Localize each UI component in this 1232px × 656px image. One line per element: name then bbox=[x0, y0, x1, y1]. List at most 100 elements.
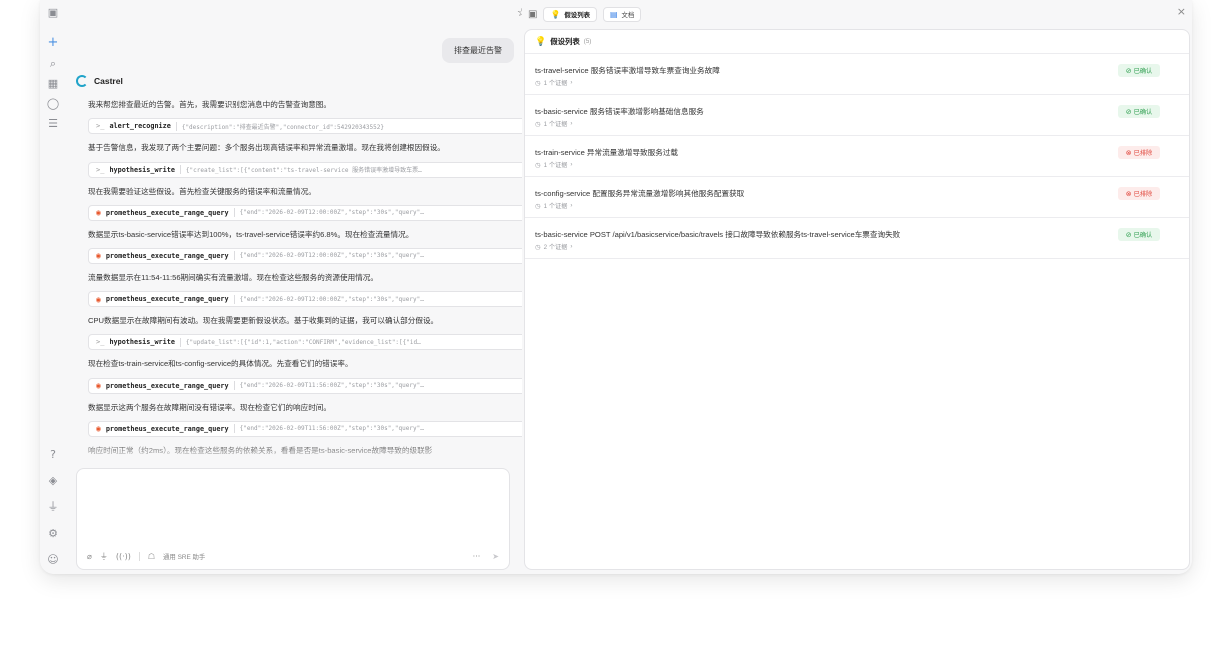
tab-label: 假设列表 bbox=[564, 11, 590, 19]
send-icon[interactable]: ➤ bbox=[492, 552, 499, 561]
tool-args: {"end":"2026-02-09T12:00:00Z","step":"30… bbox=[239, 252, 424, 260]
more-button[interactable]: ··· bbox=[473, 552, 481, 561]
evidence-count: 1 个证据 bbox=[543, 80, 568, 87]
castrel-logo-icon bbox=[76, 75, 88, 87]
list-icon[interactable]: ☰ bbox=[44, 117, 62, 131]
tool-call[interactable]: ◉ prometheus_execute_range_query {"end":"2… bbox=[88, 420, 538, 437]
hypothesis-row[interactable]: ts-travel-service 服务错误率激增导致车票查询业务故障 ◷ 1 个证… bbox=[525, 54, 1189, 95]
chevron-right-icon: › bbox=[570, 161, 573, 168]
hypothesis-row[interactable]: ts-config-service 配置服务异常流量激增影响其他服务配置获取 ◷ 1… bbox=[525, 177, 1189, 218]
new-chat-icon[interactable]: + bbox=[44, 36, 62, 50]
hypothesis-row[interactable]: ts-train-service 异常流量激增导致服务过载 ◷ 1 个证据 › ⊗ 已排除 bbox=[525, 136, 1189, 177]
bot-header: Castrel bbox=[76, 75, 123, 87]
tool-call[interactable]: ◉ prometheus_execute_range_query {"end":"2… bbox=[88, 377, 538, 394]
tool-call[interactable]: >_ alert_recognize {"description":"排查最近告警"… bbox=[88, 118, 538, 135]
tool-call-row: ◉ prometheus_execute_range_query {"end":"2… bbox=[88, 375, 546, 397]
divider bbox=[175, 121, 177, 131]
terminal-icon: >_ bbox=[96, 165, 105, 174]
tool-call[interactable]: ◉ prometheus_execute_range_query {"end":"2… bbox=[88, 291, 538, 308]
chat-toolbar: ☆ ⋖ bbox=[68, 0, 552, 26]
tool-call[interactable]: >_ hypothesis_write {"create_list":[{"cont… bbox=[88, 161, 538, 178]
chevron-right-icon: › bbox=[570, 202, 573, 209]
tool-name: prometheus_execute_range_query bbox=[105, 208, 229, 217]
apps-icon[interactable]: ▦ bbox=[44, 77, 62, 91]
assistant-text: 基于告警信息，我发现了两个主要问题：多个服务出现高错误率和异常流量激增。现在我将… bbox=[88, 137, 546, 159]
card-title: 假设列表 bbox=[550, 37, 580, 46]
chat-bubble-icon[interactable]: ◯ bbox=[44, 97, 62, 111]
left-rail: ▣ + ⌕ ▦ ◯ ☰ ? ◈ ⏚ ⚙ ☺ bbox=[40, 0, 66, 574]
panel-layout-icon[interactable]: ▣ bbox=[528, 9, 537, 20]
tool-args: {"end":"2026-02-09T12:00:00Z","step":"30… bbox=[239, 209, 424, 217]
composer-toolbar: ⌀ ⏚ ((·)) ☖ 通用 SRE 助手 ··· ➤ bbox=[77, 543, 509, 569]
hypothesis-title: ts-basic-service 服务错误率激增影响基础信息服务 bbox=[535, 107, 704, 116]
tab-documents[interactable]: ▤ 文档 bbox=[602, 6, 642, 22]
bot-name: Castrel bbox=[94, 76, 123, 86]
check-circle-icon: ⊘ bbox=[1125, 66, 1132, 75]
hypothesis-title: ts-travel-service 服务错误率激增导致车票查询业务故障 bbox=[535, 66, 720, 75]
assistant-text: 现在我需要验证这些假设。首先检查关键服务的错误率和流量情况。 bbox=[88, 180, 546, 202]
divider bbox=[179, 337, 181, 347]
broadcast-icon[interactable]: ((·)) bbox=[116, 552, 131, 561]
tab-hypothesis-list[interactable]: 💡 假设列表 bbox=[543, 6, 597, 22]
help-icon[interactable]: ? bbox=[44, 448, 62, 462]
assistant-text: 流量数据显示在11:54-11:56期间确实有流量激增。现在检查这些服务的资源使… bbox=[88, 267, 546, 289]
tool-name: hypothesis_write bbox=[109, 165, 175, 174]
check-circle-icon: ⊘ bbox=[1125, 230, 1132, 239]
tool-call[interactable]: ◉ prometheus_execute_range_query {"end":"2… bbox=[88, 204, 538, 221]
prometheus-icon: ◉ bbox=[96, 381, 101, 391]
hypothesis-row[interactable]: ts-basic-service 服务错误率激增影响基础信息服务 ◷ 1 个证据 › ⊘… bbox=[525, 95, 1189, 136]
sidebar-toggle-icon[interactable]: ▣ bbox=[44, 6, 62, 20]
tool-call-row: ◉ prometheus_execute_range_query {"end":"2… bbox=[88, 202, 546, 224]
x-circle-icon: ⊗ bbox=[1125, 148, 1132, 157]
composer[interactable]: ⌀ ⏚ ((·)) ☖ 通用 SRE 助手 ··· ➤ bbox=[76, 468, 510, 570]
terminal-icon: >_ bbox=[96, 122, 105, 131]
assistant-text-content: 现在检查ts-train-service和ts-config-service的具… bbox=[88, 359, 353, 369]
chat-fade bbox=[68, 440, 552, 464]
tool-args: {"end":"2026-02-09T11:56:00Z","step":"30… bbox=[239, 425, 424, 433]
bulb-icon: 💡 bbox=[535, 36, 547, 47]
tool-call-row: ◉ prometheus_execute_range_query {"end":"2… bbox=[88, 418, 546, 440]
agent-selector[interactable]: 通用 SRE 助手 bbox=[163, 552, 205, 561]
user-icon[interactable]: ☺ bbox=[44, 553, 62, 567]
attach-icon[interactable]: ⌀ bbox=[87, 552, 92, 561]
status-label: 已确认 bbox=[1133, 109, 1153, 116]
user-message: 排查最近告警 bbox=[442, 38, 514, 63]
prometheus-icon: ◉ bbox=[96, 424, 101, 434]
app-window: ▣ + ⌕ ▦ ◯ ☰ ? ◈ ⏚ ⚙ ☺ ☆ ⋖ 排查最近告警 ♙ Castr… bbox=[40, 0, 1192, 574]
settings-icon[interactable]: ⚙ bbox=[44, 527, 62, 541]
hypothesis-card: 💡 假设列表 (5) ts-travel-service 服务错误率激增导致车票… bbox=[524, 29, 1190, 570]
close-icon[interactable]: × bbox=[1177, 5, 1186, 18]
tool-call[interactable]: ◉ prometheus_execute_range_query {"end":"2… bbox=[88, 247, 538, 264]
tool-name: prometheus_execute_range_query bbox=[105, 295, 229, 304]
evidence-link[interactable]: ◷ 2 个证据 › bbox=[535, 242, 572, 252]
tool-args: {"end":"2026-02-09T11:56:00Z","step":"30… bbox=[239, 382, 424, 390]
evidence-link[interactable]: ◷ 1 个证据 › bbox=[535, 78, 572, 88]
terminal-icon: >_ bbox=[96, 338, 105, 347]
evidence-count: 1 个证据 bbox=[543, 121, 568, 128]
tool-call-row: ◉ prometheus_execute_range_query {"end":"2… bbox=[88, 288, 546, 310]
puzzle-icon[interactable]: ◈ bbox=[44, 474, 62, 488]
divider bbox=[233, 294, 235, 304]
prometheus-icon: ◉ bbox=[96, 251, 101, 261]
search-icon[interactable]: ⌕ bbox=[44, 57, 62, 71]
plug-icon[interactable]: ⏚ bbox=[44, 500, 62, 514]
evidence-link[interactable]: ◷ 1 个证据 › bbox=[535, 119, 572, 129]
clock-icon: ◷ bbox=[535, 242, 541, 251]
evidence-link[interactable]: ◷ 1 个证据 › bbox=[535, 160, 573, 170]
hypothesis-row[interactable]: ts-basic-service POST /api/v1/basicservi… bbox=[525, 218, 1189, 259]
status-badge: ⊗ 已排除 bbox=[1118, 146, 1160, 159]
plug-tool-icon[interactable]: ⏚ bbox=[100, 551, 108, 562]
tool-call[interactable]: >_ hypothesis_write {"update_list":[{"id":… bbox=[88, 334, 538, 351]
assistant-text-content: 基于告警信息，我发现了两个主要问题：多个服务出现高错误率和异常流量激增。现在我将… bbox=[88, 143, 445, 153]
card-header: 💡 假设列表 (5) bbox=[525, 30, 1189, 54]
evidence-link[interactable]: ◷ 1 个证据 › bbox=[535, 201, 573, 211]
status-label: 已确认 bbox=[1133, 68, 1153, 75]
hypothesis-panel: ▣ 💡 假设列表 ▤ 文档 × 💡 假设列表 (5) ts-travel-ser… bbox=[522, 0, 1192, 574]
prometheus-icon: ◉ bbox=[96, 208, 101, 218]
evidence-count: 1 个证据 bbox=[543, 203, 568, 210]
tab-label: 文档 bbox=[621, 11, 635, 19]
tool-call-row: ◉ prometheus_execute_range_query {"end":"2… bbox=[88, 245, 546, 267]
assistant-text: 数据显示ts-basic-service错误率达到100%，ts-travel-… bbox=[88, 224, 546, 246]
assistant-text: 现在检查ts-train-service和ts-config-service的具… bbox=[88, 353, 546, 375]
clock-icon: ◷ bbox=[535, 78, 541, 87]
